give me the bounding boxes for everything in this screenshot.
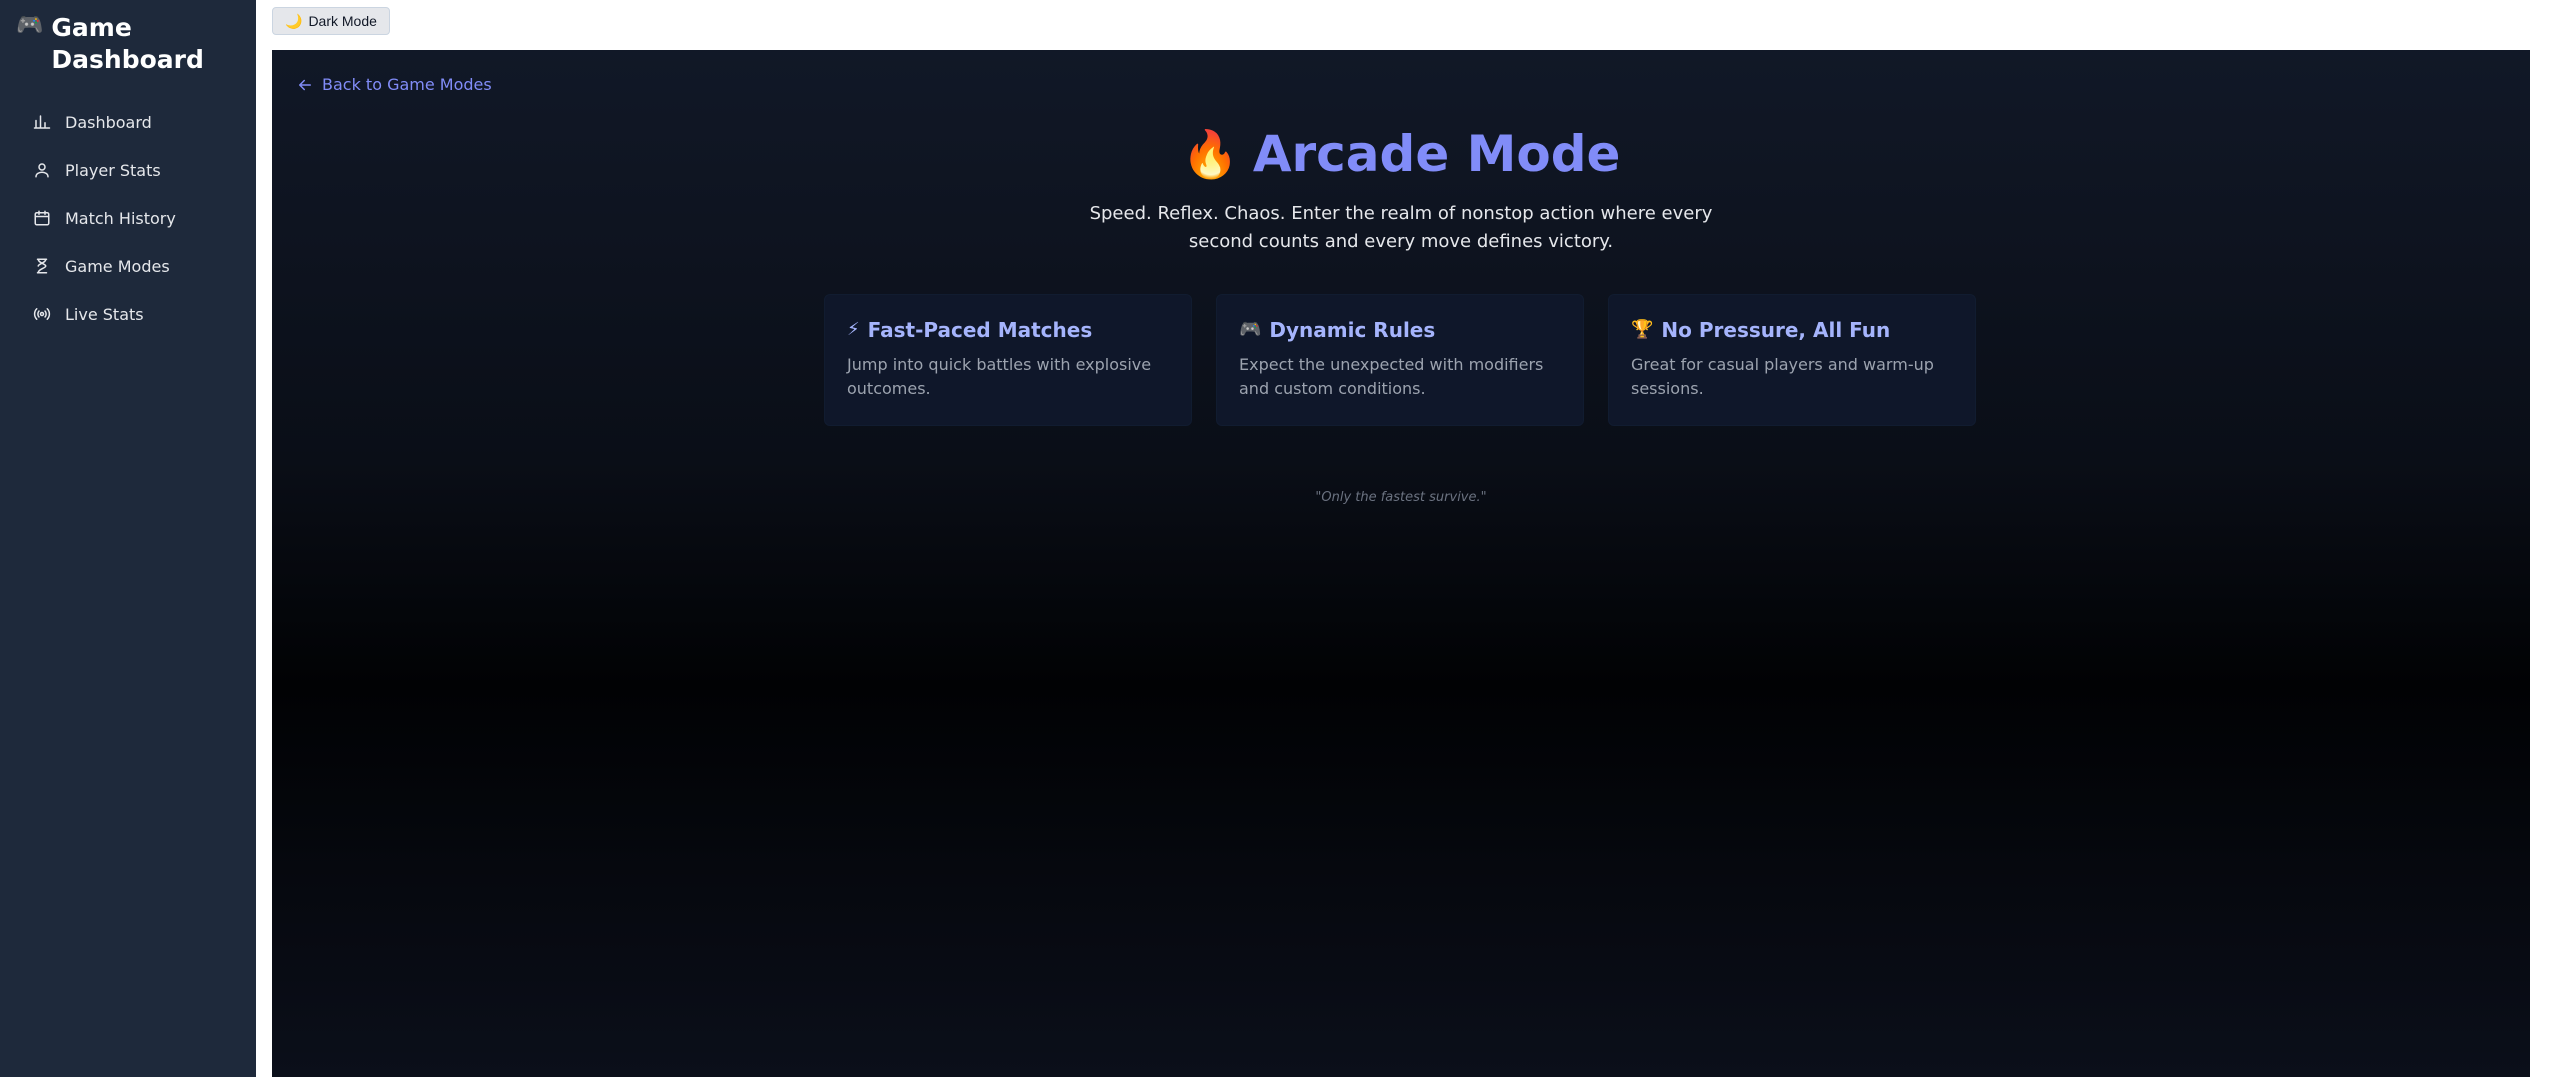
- brand-title: Game Dashboard: [51, 13, 204, 74]
- dark-mode-label: Dark Mode: [308, 13, 377, 29]
- user-icon: [35, 163, 49, 178]
- sidebar-item-game-modes[interactable]: Game Modes: [16, 242, 240, 290]
- feature-card-fast-paced: ⚡ Fast-Paced Matches Jump into quick bat…: [824, 294, 1192, 426]
- feature-card-title: 🏆 No Pressure, All Fun: [1631, 317, 1953, 343]
- brand: 🎮 Game Dashboard: [16, 12, 240, 76]
- sidebar-item-player-stats[interactable]: Player Stats: [16, 146, 240, 194]
- page-title-text: Arcade Mode: [1252, 125, 1621, 183]
- feature-card-title-text: Dynamic Rules: [1269, 318, 1436, 342]
- back-to-game-modes-link[interactable]: Back to Game Modes: [296, 75, 492, 94]
- main-content: Back to Game Modes 🔥 Arcade Mode Speed. …: [272, 50, 2530, 1077]
- feature-card-no-pressure: 🏆 No Pressure, All Fun Great for casual …: [1608, 294, 1976, 426]
- bar-chart-icon: [33, 115, 51, 129]
- page-title: 🔥 Arcade Mode: [1182, 122, 1621, 186]
- hourglass-icon: [36, 258, 48, 274]
- feature-card-title: 🎮 Dynamic Rules: [1239, 317, 1561, 343]
- feature-card-title-text: Fast-Paced Matches: [867, 318, 1093, 342]
- sidebar-item-label: Match History: [65, 208, 176, 228]
- sidebar-item-label: Live Stats: [65, 304, 144, 324]
- feature-cards: ⚡ Fast-Paced Matches Jump into quick bat…: [824, 294, 1976, 426]
- fire-icon: 🔥: [1181, 127, 1239, 181]
- broadcast-icon: [33, 308, 51, 320]
- trophy-icon: 🏆: [1631, 319, 1654, 340]
- arrow-left-icon: [299, 79, 311, 90]
- game-controller-icon: 🎮: [16, 13, 44, 38]
- tagline-quote: "Only the fastest survive.": [1315, 490, 1487, 505]
- game-controller-icon: 🎮: [1239, 319, 1262, 340]
- page-subtitle: Speed. Reflex. Chaos. Enter the realm of…: [1089, 203, 1713, 252]
- back-link-label: Back to Game Modes: [322, 75, 492, 94]
- feature-card-title-text: No Pressure, All Fun: [1661, 318, 1891, 342]
- sidebar-item-match-history[interactable]: Match History: [16, 194, 240, 242]
- moon-icon: 🌙: [285, 12, 303, 29]
- sidebar-item-label: Dashboard: [65, 112, 152, 132]
- sidebar-item-dashboard[interactable]: Dashboard: [16, 98, 240, 146]
- sidebar-item-label: Player Stats: [65, 160, 161, 180]
- calendar-icon: [34, 210, 50, 226]
- sidebar: 🎮 Game Dashboard Dashboard Player Stats …: [0, 0, 256, 1077]
- feature-card-description: Expect the unexpected with modifiers and…: [1239, 355, 1544, 398]
- sidebar-item-label: Game Modes: [65, 256, 170, 276]
- feature-card-description: Jump into quick battles with explosive o…: [847, 355, 1152, 398]
- lightning-icon: ⚡: [847, 319, 860, 340]
- feature-card-title: ⚡ Fast-Paced Matches: [847, 317, 1169, 343]
- feature-card-description: Great for casual players and warm-up ses…: [1631, 355, 1934, 398]
- hero: 🔥 Arcade Mode Speed. Reflex. Chaos. Ente…: [272, 122, 2530, 256]
- sidebar-item-live-stats[interactable]: Live Stats: [16, 290, 240, 338]
- feature-card-dynamic-rules: 🎮 Dynamic Rules Expect the unexpected wi…: [1216, 294, 1584, 426]
- dark-mode-toggle[interactable]: 🌙 Dark Mode: [272, 7, 390, 35]
